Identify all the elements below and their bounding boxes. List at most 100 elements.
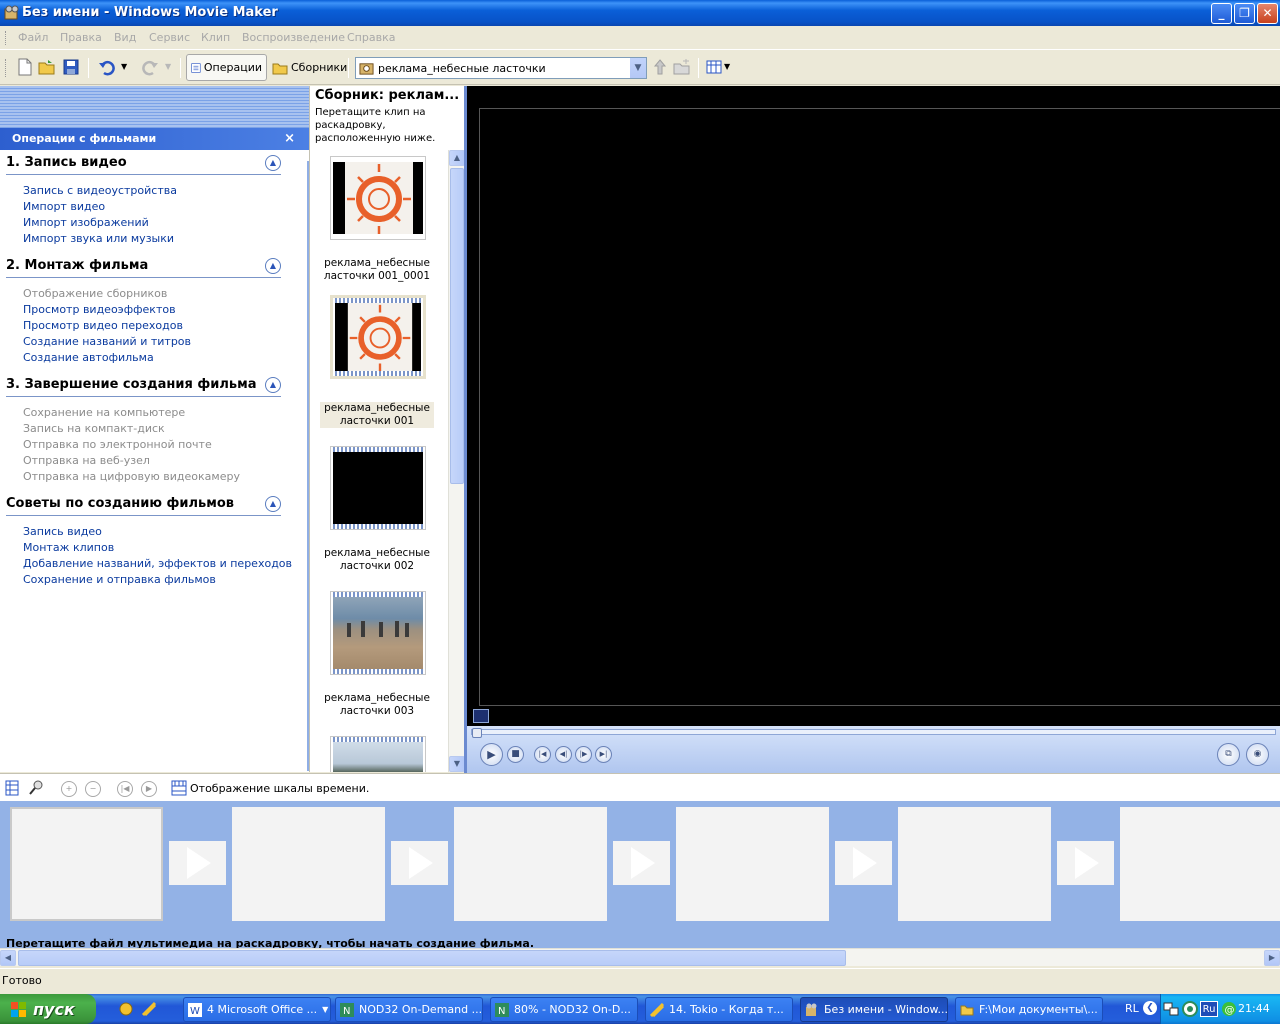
- clip-thumbnail-selected[interactable]: [330, 295, 426, 379]
- split-clip-icon[interactable]: ⧉: [1217, 743, 1240, 766]
- taskbar-button-nod32-progress[interactable]: N 80% - NOD32 On-D...: [490, 997, 638, 1022]
- scrollbar-thumb[interactable]: [18, 950, 846, 966]
- task-link-capture-device[interactable]: Запись с видеоустройства: [23, 184, 177, 197]
- storyboard-view-icon[interactable]: [5, 780, 19, 796]
- chevron-up-icon[interactable]: ▲: [265, 496, 281, 512]
- collections-toggle-button[interactable]: Сборники: [268, 54, 351, 81]
- chevron-up-icon[interactable]: ▲: [265, 258, 281, 274]
- menu-edit[interactable]: Правка: [60, 31, 102, 44]
- task-link-automovie[interactable]: Создание автофильма: [23, 351, 154, 364]
- task-link-import-video[interactable]: Импорт видео: [23, 200, 105, 213]
- storyboard-slot[interactable]: [454, 807, 607, 921]
- tasks-toggle-button[interactable]: Операции: [186, 54, 267, 81]
- scroll-left-icon[interactable]: ◀: [0, 950, 16, 966]
- menu-tools[interactable]: Сервис: [149, 31, 190, 44]
- task-link-tip-capture[interactable]: Запись видео: [23, 525, 102, 538]
- clip-thumbnail[interactable]: [330, 736, 426, 772]
- tray-expand-icon[interactable]: ❮: [1143, 1001, 1157, 1015]
- views-dropdown-icon[interactable]: ▼: [724, 62, 730, 71]
- timeline-icon[interactable]: [171, 780, 187, 796]
- storyboard-slot[interactable]: [898, 807, 1051, 921]
- section-title-finish[interactable]: 3. Завершение создания фильма: [6, 377, 257, 392]
- close-icon[interactable]: ×: [284, 131, 295, 146]
- task-link-tip-titles[interactable]: Добавление названий, эффектов и переходо…: [23, 557, 292, 570]
- fullscreen-icon[interactable]: [473, 709, 489, 723]
- clip-label[interactable]: реклама_небесные ласточки 003: [320, 692, 434, 718]
- mail-agent-icon[interactable]: @: [1221, 1001, 1237, 1017]
- scroll-right-icon[interactable]: ▶: [1264, 950, 1280, 966]
- language-indicator[interactable]: RL: [1125, 1002, 1139, 1015]
- open-project-icon[interactable]: [38, 58, 56, 76]
- task-link-import-audio[interactable]: Импорт звука или музыки: [23, 232, 174, 245]
- collection-scrollbar[interactable]: ▲ ▼: [448, 150, 465, 772]
- task-link-tip-save[interactable]: Сохранение и отправка фильмов: [23, 573, 216, 586]
- seek-bar[interactable]: [471, 728, 1276, 738]
- clip-thumbnail[interactable]: [330, 591, 426, 675]
- clip-label[interactable]: реклама_небесные ласточки 001_0001: [320, 257, 434, 283]
- taskbar-button-folder[interactable]: F:\Мои документы\...: [955, 997, 1103, 1022]
- task-link-make-titles[interactable]: Создание названий и титров: [23, 335, 191, 348]
- restore-button[interactable]: ❐: [1234, 3, 1255, 24]
- taskbar-button-movie-maker[interactable]: Без имени - Window...: [800, 997, 948, 1022]
- next-frame-icon[interactable]: ▶|: [595, 746, 612, 763]
- previous-frame-icon[interactable]: |◀: [534, 746, 551, 763]
- task-link-view-transitions[interactable]: Просмотр видео переходов: [23, 319, 183, 332]
- task-link-tip-edit[interactable]: Монтаж клипов: [23, 541, 114, 554]
- task-link-import-pictures[interactable]: Импорт изображений: [23, 216, 149, 229]
- narrate-microphone-icon[interactable]: [28, 780, 44, 796]
- rewind-icon[interactable]: ◀|: [555, 746, 572, 763]
- close-button[interactable]: ✕: [1257, 3, 1278, 24]
- scrollbar-thumb[interactable]: [450, 168, 464, 484]
- minimize-button[interactable]: _: [1211, 3, 1232, 24]
- clip-thumbnail[interactable]: [330, 446, 426, 530]
- undo-dropdown-icon[interactable]: ▼: [121, 62, 127, 71]
- section-title-edit[interactable]: 2. Монтаж фильма: [6, 258, 148, 273]
- taskbar-button-winamp[interactable]: 14. Tokio - Когда т...: [645, 997, 793, 1022]
- transition-slot[interactable]: [1057, 841, 1114, 885]
- menu-help[interactable]: Справка: [347, 31, 395, 44]
- chevron-up-icon[interactable]: ▲: [265, 377, 281, 393]
- clip-label[interactable]: реклама_небесные ласточки 002: [320, 547, 434, 573]
- storyboard-slot[interactable]: [1120, 807, 1280, 921]
- undo-icon[interactable]: [98, 58, 116, 76]
- storyboard-slot[interactable]: [10, 807, 163, 921]
- save-project-icon[interactable]: [62, 58, 80, 76]
- scroll-down-icon[interactable]: ▼: [449, 756, 465, 772]
- play-icon[interactable]: ▶: [480, 743, 503, 766]
- menu-clip[interactable]: Клип: [201, 31, 230, 44]
- keyboard-layout-indicator[interactable]: Ru: [1200, 1001, 1218, 1017]
- storyboard-slot[interactable]: [676, 807, 829, 921]
- task-link-view-effects[interactable]: Просмотр видеоэффектов: [23, 303, 176, 316]
- menu-file[interactable]: Файл: [18, 31, 48, 44]
- new-project-icon[interactable]: [16, 58, 34, 76]
- section-title-tips[interactable]: Советы по созданию фильмов: [6, 496, 234, 511]
- views-icon[interactable]: [706, 58, 724, 76]
- timeline-toggle-label[interactable]: Отображение шкалы времени.: [190, 782, 369, 795]
- nod32-tray-icon[interactable]: [1182, 1001, 1198, 1017]
- transition-slot[interactable]: [391, 841, 448, 885]
- taskbar-button-office[interactable]: W 4 Microsoft Office ... ▼: [183, 997, 331, 1022]
- winamp-icon[interactable]: [141, 1001, 157, 1017]
- chevron-down-icon[interactable]: ▼: [629, 58, 646, 78]
- scroll-up-icon[interactable]: ▲: [449, 150, 465, 166]
- storyboard-scrollbar[interactable]: ◀ ▶: [0, 948, 1280, 966]
- section-title-capture[interactable]: 1. Запись видео: [6, 155, 127, 170]
- seek-handle[interactable]: [472, 728, 482, 738]
- forward-icon[interactable]: |▶: [575, 746, 592, 763]
- start-button[interactable]: пуск: [0, 994, 96, 1024]
- clip-label-selected[interactable]: реклама_небесные ласточки 001: [320, 402, 434, 428]
- transition-slot[interactable]: [169, 841, 226, 885]
- taskbar-button-nod32[interactable]: N NOD32 On-Demand ...: [335, 997, 483, 1022]
- take-picture-icon[interactable]: ◉: [1246, 743, 1269, 766]
- storyboard-slot[interactable]: [232, 807, 385, 921]
- menu-view[interactable]: Вид: [114, 31, 136, 44]
- storyboard[interactable]: Перетащите файл мультимедиа на раскадров…: [0, 801, 1280, 950]
- transition-slot[interactable]: [835, 841, 892, 885]
- menu-play[interactable]: Воспроизведение: [242, 31, 345, 44]
- chevron-up-icon[interactable]: ▲: [265, 155, 281, 171]
- network-icon[interactable]: [1163, 1001, 1179, 1017]
- stop-icon[interactable]: ■: [507, 746, 524, 763]
- msn-icon[interactable]: [118, 1001, 134, 1017]
- clip-thumbnail[interactable]: [330, 156, 426, 240]
- collection-dropdown[interactable]: реклама_небесные ласточки ▼: [355, 57, 647, 79]
